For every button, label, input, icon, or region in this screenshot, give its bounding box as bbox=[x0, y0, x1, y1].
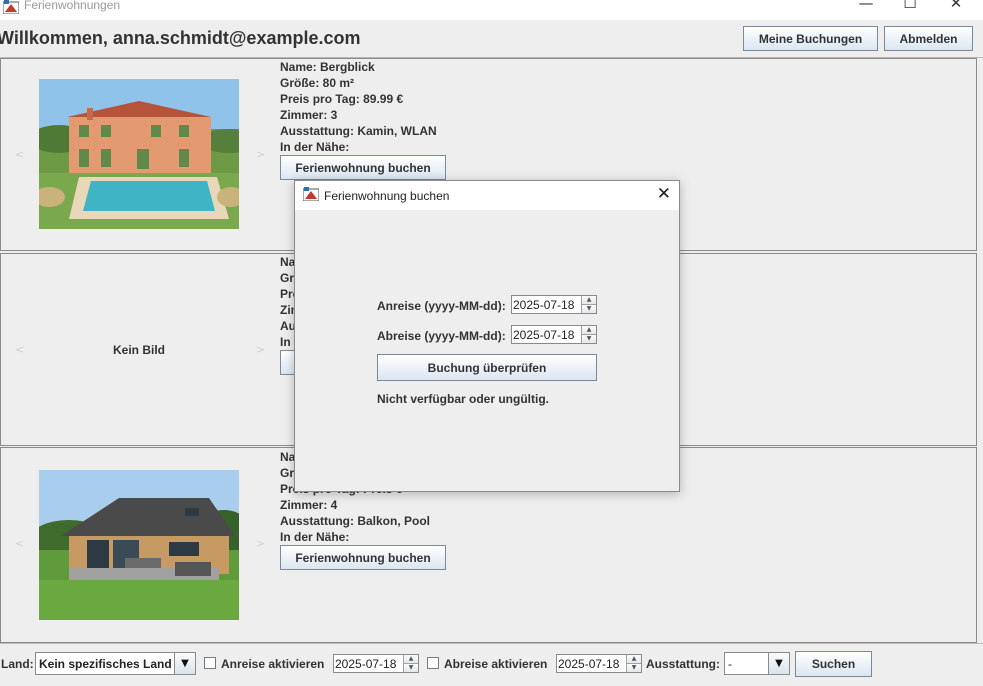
arrival-checkbox[interactable] bbox=[204, 657, 216, 669]
spinner-down-icon[interactable]: ▼ bbox=[626, 664, 641, 672]
arrival-label: Anreise (yyyy-MM-dd): bbox=[377, 299, 506, 313]
welcome-text: Willkommen, anna.schmidt@example.com bbox=[0, 28, 361, 48]
bungalow-image bbox=[39, 470, 239, 620]
book-listing-button[interactable] bbox=[280, 350, 295, 375]
listing-nearby: In c bbox=[280, 335, 294, 349]
listing-price: Preis pro Tag: 89.99 € bbox=[280, 92, 404, 106]
check-booking-button[interactable]: Buchung überprüfen bbox=[377, 354, 597, 381]
arrival-filter-value[interactable]: 2025-07-18 bbox=[335, 657, 396, 671]
booking-dialog: Ferienwohnung buchen ✕ Anreise (yyyy-MM-… bbox=[294, 180, 680, 492]
dialog-title: Ferienwohnung buchen bbox=[324, 189, 450, 203]
departure-date-value[interactable]: 2025-07-18 bbox=[513, 328, 574, 342]
app-icon bbox=[303, 187, 319, 201]
amenities-select[interactable]: - ▼ bbox=[724, 652, 790, 675]
listing-nearby: In der Nähe: bbox=[280, 140, 350, 154]
my-bookings-button[interactable]: Meine Buchungen bbox=[743, 26, 878, 51]
arrival-checkbox-label[interactable]: Anreise aktivieren bbox=[221, 657, 324, 671]
arrival-date-spinner[interactable]: 2025-07-18 ▲ ▼ bbox=[511, 295, 597, 314]
book-listing-button[interactable]: Ferienwohnung buchen bbox=[280, 155, 446, 180]
next-image-button[interactable]: > bbox=[256, 343, 265, 356]
prev-image-button[interactable]: < bbox=[15, 537, 24, 550]
land-select[interactable]: Kein spezifisches Land ▼ bbox=[35, 652, 196, 675]
spinner-down-icon[interactable]: ▼ bbox=[403, 664, 418, 672]
window-title: Ferienwohnungen bbox=[24, 0, 121, 12]
listing-amenities: Au bbox=[280, 319, 294, 333]
land-label: Land: bbox=[1, 657, 34, 671]
listing-amenities: Ausstattung: Balkon, Pool bbox=[280, 514, 430, 528]
booking-status-message: Nicht verfügbar oder ungültig. bbox=[377, 392, 550, 406]
search-button[interactable]: Suchen bbox=[795, 651, 872, 677]
arrival-date-value[interactable]: 2025-07-18 bbox=[513, 298, 574, 312]
spinner-up-icon[interactable]: ▲ bbox=[581, 296, 596, 305]
logout-button[interactable]: Abmelden bbox=[884, 26, 973, 51]
listing-info: Name: Bergblick Größe: 80 m² Preis pro T… bbox=[280, 59, 680, 155]
land-select-value[interactable]: Kein spezifisches Land bbox=[39, 657, 172, 671]
listing-amenities: Ausstattung: Kamin, WLAN bbox=[280, 124, 437, 138]
villa-image bbox=[39, 79, 239, 229]
prev-image-button[interactable]: < bbox=[15, 148, 24, 161]
listing-nearby: In der Nähe: bbox=[280, 530, 350, 544]
arrival-filter-spinner[interactable]: 2025-07-18 ▲ ▼ bbox=[333, 654, 419, 673]
maximize-button[interactable]: ☐ bbox=[895, 0, 925, 12]
next-image-button[interactable]: > bbox=[256, 537, 265, 550]
minimize-button[interactable]: — bbox=[851, 0, 881, 12]
dialog-titlebar: Ferienwohnung buchen ✕ bbox=[295, 181, 679, 210]
listing-rooms: Zim bbox=[280, 303, 294, 317]
departure-label: Abreise (yyyy-MM-dd): bbox=[377, 329, 506, 343]
amenities-select-value[interactable]: - bbox=[728, 657, 732, 671]
header-bar: Willkommen, anna.schmidt@example.com Mei… bbox=[0, 20, 983, 58]
next-image-button[interactable]: > bbox=[256, 148, 265, 161]
listing-rooms: Zimmer: 3 bbox=[280, 108, 338, 122]
listing-price: Pre bbox=[280, 287, 294, 301]
spinner-down-icon[interactable]: ▼ bbox=[581, 335, 596, 343]
spinner-up-icon[interactable]: ▲ bbox=[626, 655, 641, 664]
departure-filter-spinner[interactable]: 2025-07-18 ▲ ▼ bbox=[556, 654, 642, 673]
departure-checkbox[interactable] bbox=[427, 657, 439, 669]
listing-size: Grö bbox=[280, 271, 294, 285]
listing-photo bbox=[39, 470, 239, 620]
listing-name: Name: Bergblick bbox=[280, 60, 375, 74]
spinner-up-icon[interactable]: ▲ bbox=[581, 326, 596, 335]
listing-size: Größe: 80 m² bbox=[280, 76, 355, 90]
dialog-close-icon[interactable]: ✕ bbox=[657, 184, 671, 204]
app-icon bbox=[3, 0, 19, 14]
departure-date-spinner[interactable]: 2025-07-18 ▲ ▼ bbox=[511, 325, 597, 344]
spinner-down-icon[interactable]: ▼ bbox=[581, 305, 596, 313]
close-button[interactable]: ✕ bbox=[941, 0, 971, 12]
prev-image-button[interactable]: < bbox=[15, 343, 24, 356]
listing-photo bbox=[39, 79, 239, 229]
no-image-text: Kein Bild bbox=[112, 343, 165, 357]
departure-filter-value[interactable]: 2025-07-18 bbox=[558, 657, 619, 671]
book-listing-button[interactable]: Ferienwohnung buchen bbox=[280, 545, 446, 570]
listing-rooms: Zimmer: 4 bbox=[280, 498, 338, 512]
departure-checkbox-label[interactable]: Abreise aktivieren bbox=[444, 657, 547, 671]
amenities-label: Ausstattung: bbox=[646, 657, 720, 671]
listing-name: Na bbox=[280, 255, 294, 269]
window-titlebar: Ferienwohnungen — ☐ ✕ bbox=[0, 0, 983, 20]
listing-info: Na Grö Pre Zim Au In c bbox=[280, 254, 294, 350]
spinner-up-icon[interactable]: ▲ bbox=[403, 655, 418, 664]
filter-bar: Land: Kein spezifisches Land ▼ Anreise a… bbox=[0, 643, 983, 686]
chevron-down-icon[interactable]: ▼ bbox=[174, 653, 195, 674]
chevron-down-icon[interactable]: ▼ bbox=[768, 653, 789, 674]
